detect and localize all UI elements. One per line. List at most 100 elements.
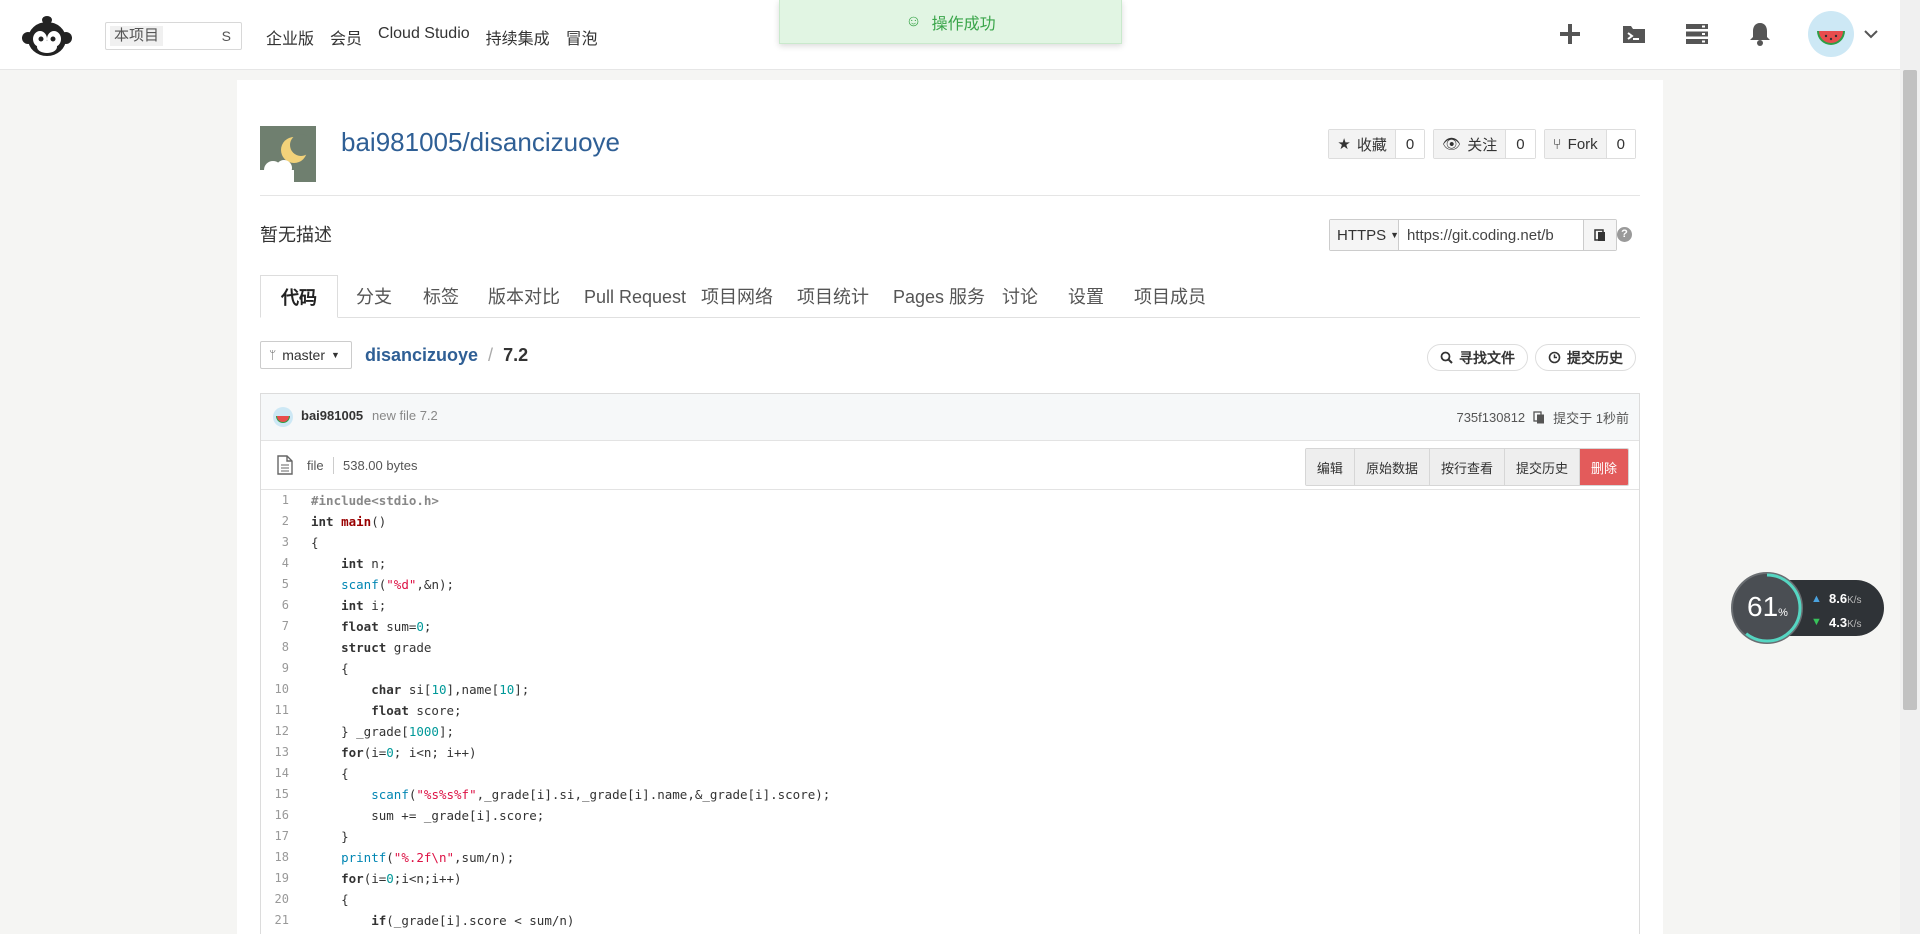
bell-icon[interactable] xyxy=(1746,20,1774,48)
clone-url-box: HTTPS ▼ https://git.coding.net/b xyxy=(1329,219,1617,251)
top-nav-links: 企业版 会员 Cloud Studio 持续集成 冒泡 xyxy=(266,25,598,49)
usage-percent: 61% xyxy=(1747,591,1788,623)
moon-cloud-icon xyxy=(260,126,316,182)
tab-settings[interactable]: 设置 xyxy=(1068,275,1104,317)
star-counter[interactable]: ★ 收藏 0 xyxy=(1328,129,1426,159)
nav-enterprise[interactable]: 企业版 xyxy=(266,25,314,49)
nav-cloud-studio[interactable]: Cloud Studio xyxy=(378,25,470,49)
clone-protocol-label: HTTPS xyxy=(1337,226,1387,244)
code-line: 5 scanf("%d",&n); xyxy=(281,577,455,592)
user-avatar[interactable] xyxy=(1808,11,1854,57)
watermelon-avatar-icon xyxy=(276,416,290,423)
fork-label: Fork xyxy=(1567,135,1598,153)
plus-icon[interactable] xyxy=(1556,20,1584,48)
star-label: 收藏 xyxy=(1356,136,1387,154)
branch-icon: ᛘ xyxy=(269,348,277,362)
download-arrow-icon: ▼ xyxy=(1811,616,1822,628)
code-line: 2 int main() xyxy=(281,514,387,529)
edit-button[interactable]: 编辑 xyxy=(1305,449,1355,485)
code-line: 16 sum += _grade[i].score; xyxy=(274,808,545,823)
copy-icon[interactable] xyxy=(1533,411,1545,424)
toast-message: 操作成功 xyxy=(931,15,996,33)
raw-button[interactable]: 原始数据 xyxy=(1354,449,1430,485)
commit-message[interactable]: new file 7.2 xyxy=(372,408,438,423)
search-shortcut-hint: S xyxy=(221,28,231,44)
file-type: file xyxy=(307,458,324,473)
header-divider xyxy=(260,195,1640,196)
tab-tags[interactable]: 标签 xyxy=(423,275,459,317)
watermelon-avatar-icon xyxy=(1817,31,1845,45)
watch-label: 关注 xyxy=(1467,136,1498,154)
code-line: 19 for(i=0;i<n;i++) xyxy=(274,871,462,886)
tab-discussion[interactable]: 讨论 xyxy=(1002,275,1038,317)
help-icon[interactable]: ? xyxy=(1617,227,1632,242)
file-toolbar: file 538.00 bytes 编辑 原始数据 按行查看 提交历史 删除 xyxy=(261,441,1639,490)
clock-icon xyxy=(1548,351,1561,364)
commit-hash[interactable]: 735f130812 xyxy=(1456,410,1525,425)
network-speed-widget[interactable]: 61% ▲ 8.6K/s ▼ 4.3K/s xyxy=(1731,572,1884,646)
tab-members[interactable]: 项目成员 xyxy=(1134,275,1206,317)
tab-network[interactable]: 项目网络 xyxy=(701,275,773,317)
upload-speed-value: 8.6 xyxy=(1829,591,1848,606)
clone-url-input[interactable]: https://git.coding.net/b xyxy=(1399,220,1583,250)
find-file-button[interactable]: 寻找文件 xyxy=(1427,344,1528,371)
code-line: 10 char si[10],name[10]; xyxy=(274,682,530,697)
code-line: 15 scanf("%s%s%f",_grade[i].si,_grade[i]… xyxy=(274,787,831,802)
tab-stats[interactable]: 项目统计 xyxy=(797,275,869,317)
tab-code[interactable]: 代码 xyxy=(260,275,338,318)
page-scrollbar[interactable] xyxy=(1900,0,1920,934)
blame-button[interactable]: 按行查看 xyxy=(1429,449,1505,485)
file-icon xyxy=(277,455,293,475)
file-meta-divider xyxy=(333,457,334,474)
eye-icon: 👁 xyxy=(1442,136,1462,153)
repo-description: 暂无描述 xyxy=(260,225,332,245)
commit-time: 提交于 1秒前 xyxy=(1553,411,1629,426)
copy-url-button[interactable] xyxy=(1583,220,1616,250)
nav-bubble[interactable]: 冒泡 xyxy=(566,25,598,49)
search-input[interactable]: 本项目 S xyxy=(105,22,242,50)
repo-counters: ★ 收藏 0 👁 关注 0 ⑂ Fork 0 xyxy=(1328,129,1636,159)
committer-avatar[interactable] xyxy=(273,407,293,427)
breadcrumb: disancizuoye / 7.2 xyxy=(365,345,528,366)
breadcrumb-repo[interactable]: disancizuoye xyxy=(365,345,478,366)
nav-ci[interactable]: 持续集成 xyxy=(486,25,550,49)
delete-button[interactable]: 删除 xyxy=(1579,449,1628,485)
coding-monkey-logo-icon[interactable] xyxy=(20,14,74,58)
terminal-folder-icon[interactable] xyxy=(1620,20,1648,48)
upload-speed-unit: K/s xyxy=(1847,595,1862,606)
code-line: 18 printf("%.2f\n",sum/n); xyxy=(274,850,515,865)
code-line: 12 } _grade[1000]; xyxy=(274,724,455,739)
smile-icon: ☺ xyxy=(905,12,922,30)
clipboard-icon xyxy=(1594,229,1605,241)
clone-protocol-select[interactable]: HTTPS ▼ xyxy=(1330,220,1399,250)
tab-pages[interactable]: Pages 服务 xyxy=(893,275,985,317)
commit-history-button[interactable]: 提交历史 xyxy=(1535,344,1636,371)
upload-speed: 8.6K/s xyxy=(1829,591,1862,606)
fork-counter[interactable]: ⑂ Fork 0 xyxy=(1543,129,1636,159)
code-line: 21 if(_grade[i].score < sum/n) xyxy=(274,913,575,928)
chevron-down-icon[interactable] xyxy=(1862,25,1880,43)
search-icon xyxy=(1440,351,1453,364)
tab-compare[interactable]: 版本对比 xyxy=(488,275,560,317)
caret-down-icon: ▼ xyxy=(1390,230,1400,240)
nav-membership[interactable]: 会员 xyxy=(330,25,362,49)
watch-counter[interactable]: 👁 关注 0 xyxy=(1433,129,1536,159)
scrollbar-thumb[interactable] xyxy=(1903,70,1917,710)
committer-name[interactable]: bai981005 xyxy=(301,408,363,423)
file-history-button[interactable]: 提交历史 xyxy=(1504,449,1580,485)
code-view[interactable]: 1 #include<stdio.h> 2 int main() 3{ 4 int … xyxy=(261,490,1639,931)
tab-pull-request[interactable]: Pull Request xyxy=(584,275,686,317)
file-viewer: bai981005 new file 7.2 735f130812 提交于 1秒… xyxy=(260,393,1640,934)
usage-percent-unit: % xyxy=(1778,607,1788,619)
repo-title[interactable]: bai981005/disancizuoye xyxy=(341,127,620,158)
search-scope[interactable]: 本项目 xyxy=(110,26,164,46)
commit-history-label: 提交历史 xyxy=(1567,349,1623,366)
server-list-icon[interactable] xyxy=(1683,20,1711,48)
branch-selector[interactable]: ᛘ master ▼ xyxy=(260,341,352,369)
find-file-label: 寻找文件 xyxy=(1459,349,1515,366)
tab-branches[interactable]: 分支 xyxy=(356,275,392,317)
code-line: 17 } xyxy=(274,829,349,844)
code-line: 13 for(i=0; i<n; i++) xyxy=(274,745,477,760)
star-count: 0 xyxy=(1395,130,1425,158)
caret-down-icon: ▼ xyxy=(331,350,340,360)
